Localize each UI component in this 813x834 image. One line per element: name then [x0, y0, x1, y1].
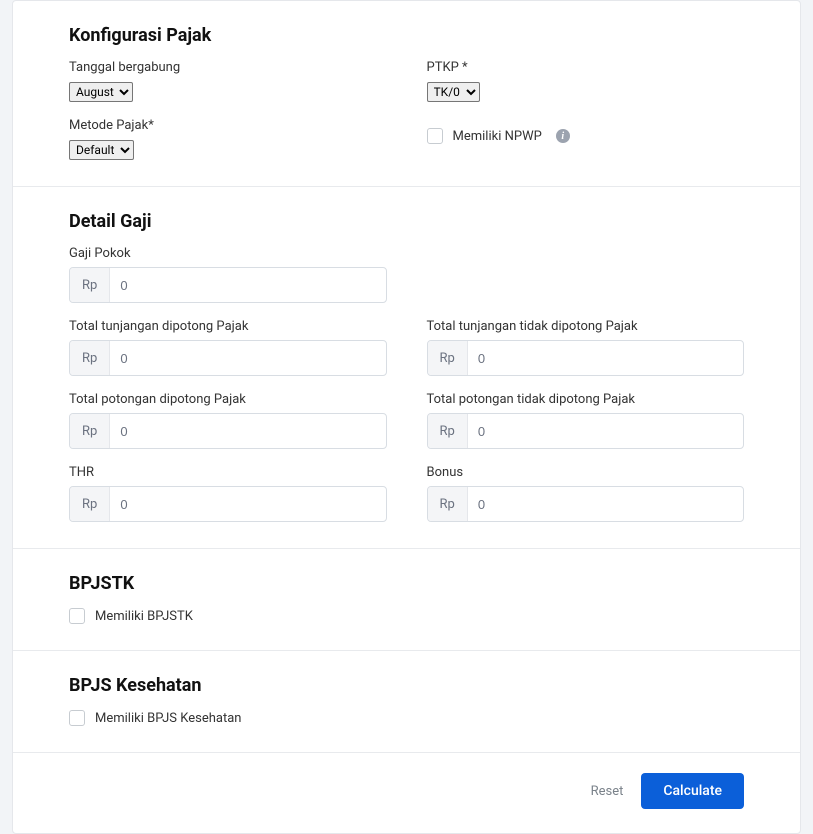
npwp-label: Memiliki NPWP: [453, 129, 542, 144]
bonus-label: Bonus: [427, 465, 745, 480]
thr-label: THR: [69, 465, 387, 480]
allowance-taxed-input[interactable]: [110, 341, 385, 375]
bpjstk-title: BPJSTK: [69, 573, 744, 594]
tax-config-section: Konfigurasi Pajak Tanggal bergabung Augu…: [13, 1, 800, 187]
join-date-label: Tanggal bergabung: [69, 60, 387, 75]
allowance-taxed-label: Total tunjangan dipotong Pajak: [69, 319, 387, 334]
tax-config-title: Konfigurasi Pajak: [69, 25, 744, 46]
salary-section: Detail Gaji Gaji Pokok Rp Total tunjanga…: [13, 187, 800, 549]
form-footer: Reset Calculate: [13, 753, 800, 833]
base-salary-input[interactable]: [110, 268, 385, 302]
currency-prefix: Rp: [428, 341, 468, 375]
ptkp-label: PTKP *: [427, 60, 745, 75]
currency-prefix: Rp: [70, 414, 110, 448]
thr-input[interactable]: [110, 487, 385, 521]
tax-method-label: Metode Pajak*: [69, 118, 387, 133]
bpjstk-checkbox-label: Memiliki BPJSTK: [95, 609, 193, 624]
info-icon[interactable]: i: [556, 129, 570, 143]
currency-prefix: Rp: [70, 341, 110, 375]
bpjs-health-section: BPJS Kesehatan Memiliki BPJS Kesehatan: [13, 651, 800, 753]
calculate-button[interactable]: Calculate: [641, 773, 744, 809]
bonus-input[interactable]: [468, 487, 743, 521]
bpjs-health-checkbox-label: Memiliki BPJS Kesehatan: [95, 711, 241, 726]
salary-title: Detail Gaji: [69, 211, 744, 232]
currency-prefix: Rp: [70, 268, 110, 302]
currency-prefix: Rp: [428, 414, 468, 448]
base-salary-label: Gaji Pokok: [69, 246, 387, 261]
currency-prefix: Rp: [428, 487, 468, 521]
reset-button[interactable]: Reset: [591, 784, 624, 799]
deduction-taxed-input[interactable]: [110, 414, 385, 448]
bpjstk-section: BPJSTK Memiliki BPJSTK: [13, 549, 800, 651]
npwp-checkbox[interactable]: [427, 128, 443, 144]
deduction-untaxed-label: Total potongan tidak dipotong Pajak: [427, 392, 745, 407]
currency-prefix: Rp: [70, 487, 110, 521]
tax-method-select[interactable]: Default: [69, 140, 134, 160]
deduction-taxed-label: Total potongan dipotong Pajak: [69, 392, 387, 407]
bpjs-health-title: BPJS Kesehatan: [69, 675, 744, 696]
bpjstk-checkbox[interactable]: [69, 608, 85, 624]
form-container: Konfigurasi Pajak Tanggal bergabung Augu…: [12, 0, 801, 834]
deduction-untaxed-input[interactable]: [468, 414, 743, 448]
bpjs-health-checkbox[interactable]: [69, 710, 85, 726]
join-date-select[interactable]: August: [69, 82, 133, 102]
allowance-untaxed-label: Total tunjangan tidak dipotong Pajak: [427, 319, 745, 334]
allowance-untaxed-input[interactable]: [468, 341, 743, 375]
ptkp-select[interactable]: TK/0: [427, 82, 480, 102]
